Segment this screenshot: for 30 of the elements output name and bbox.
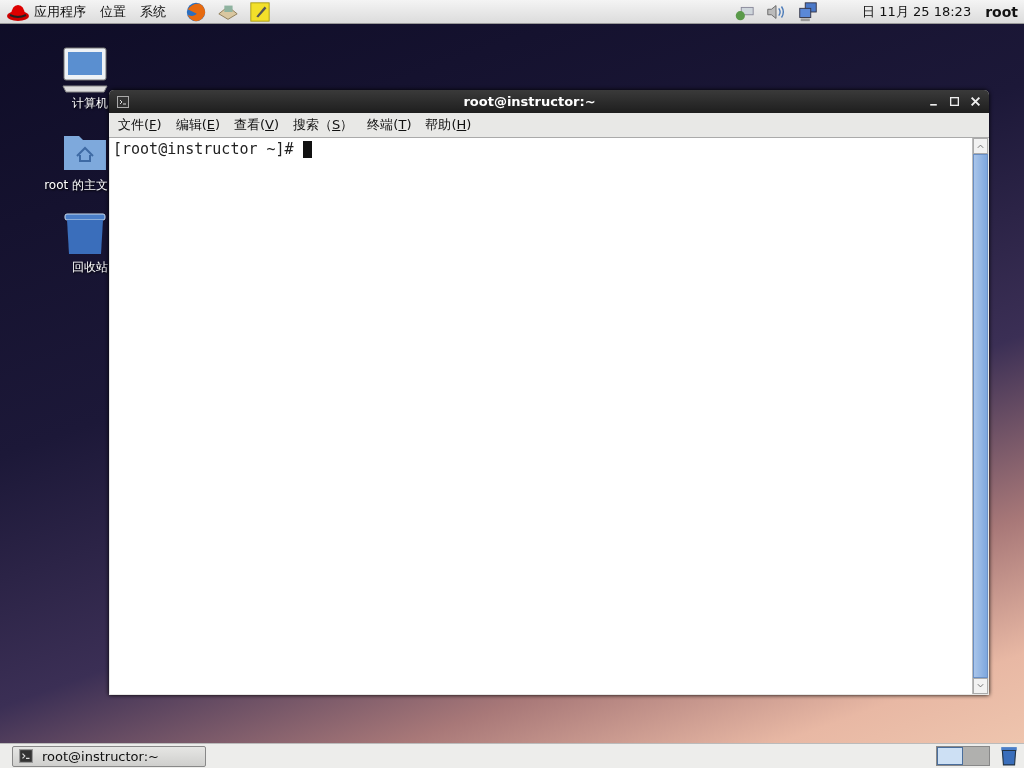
text-cursor bbox=[302, 140, 312, 158]
terminal-icon bbox=[117, 95, 129, 108]
taskbar-button[interactable]: root@instructor:~ bbox=[12, 745, 206, 767]
trash-icon[interactable] bbox=[1000, 746, 1018, 766]
workspace-switcher-item[interactable] bbox=[963, 747, 989, 765]
user-name[interactable]: root bbox=[985, 3, 1018, 20]
terminal-icon bbox=[19, 749, 33, 763]
maximize-icon[interactable] bbox=[949, 96, 960, 107]
panel-menu[interactable]: 应用程序 bbox=[34, 2, 86, 21]
menu-item[interactable]: 编辑(E) bbox=[175, 116, 220, 134]
menu-item[interactable]: 终端(T) bbox=[367, 116, 412, 134]
desktop-icon-label[interactable]: 回收站 bbox=[72, 259, 108, 276]
chevron-down-icon bbox=[976, 683, 985, 689]
window-title: root@instructor:~ bbox=[462, 94, 597, 109]
menu-item[interactable]: 查看(V) bbox=[234, 116, 280, 134]
menu-item[interactable]: 搜索（S） bbox=[293, 116, 354, 134]
clock[interactable]: 日 11月 25 18:23 bbox=[862, 2, 972, 21]
desktop-icon-label[interactable]: 计算机 bbox=[72, 95, 108, 112]
menu-item[interactable]: 帮助(H) bbox=[425, 116, 472, 134]
network-computers-icon[interactable] bbox=[797, 0, 820, 23]
panel-menu[interactable]: 系统 bbox=[140, 2, 166, 21]
chevron-up-icon bbox=[976, 143, 985, 149]
shell-prompt: [root@instructor ~]# bbox=[113, 140, 294, 158]
workspace-switcher-item[interactable] bbox=[937, 747, 963, 765]
desktop-icon-label[interactable]: root 的主文 bbox=[44, 177, 108, 194]
computer-icon[interactable] bbox=[61, 46, 109, 94]
close-icon[interactable] bbox=[970, 96, 981, 107]
menu-item[interactable]: 文件(F) bbox=[118, 116, 162, 134]
panel-menu[interactable]: 位置 bbox=[100, 2, 126, 21]
notepad-icon[interactable] bbox=[249, 0, 271, 23]
